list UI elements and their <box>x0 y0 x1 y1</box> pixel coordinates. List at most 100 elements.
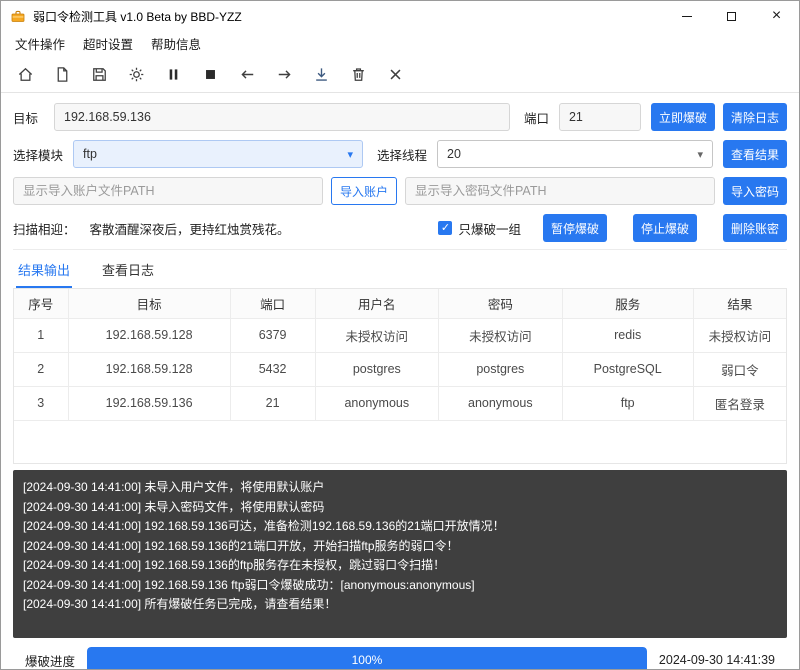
port-input[interactable] <box>559 103 641 131</box>
target-input[interactable] <box>54 103 510 131</box>
footer: 爆破进度 100% 2024-09-30 14:41:39 <box>13 638 787 670</box>
module-select-value: ftp <box>83 147 97 161</box>
port-label: 端口 <box>524 108 549 127</box>
clear-log-button[interactable]: 清除日志 <box>723 103 787 131</box>
attack-controls: 只爆破一组 暂停爆破 停止爆破 删除账密 <box>438 214 787 242</box>
view-results-button[interactable]: 查看结果 <box>723 140 787 168</box>
window-controls <box>664 1 799 31</box>
target-label: 目标 <box>13 108 38 127</box>
footer-timestamp: 2024-09-30 14:41:39 <box>659 653 775 667</box>
module-select[interactable]: ftp <box>73 140 363 168</box>
import-row: 导入账户 导入密码 <box>13 177 787 205</box>
save-icon[interactable] <box>88 63 110 85</box>
progress-fill: 100% <box>87 647 647 670</box>
target-row: 目标 端口 立即爆破 清除日志 <box>13 103 787 131</box>
progress-value: 100% <box>352 653 383 667</box>
tab-view-logs[interactable]: 查看日志 <box>100 257 156 288</box>
module-row: 选择模块 ftp 选择线程 20 查看结果 <box>13 140 787 168</box>
log-line: [2024-09-30 14:41:00] 未导入密码文件，将使用默认密码 <box>23 498 777 518</box>
log-line: [2024-09-30 14:41:00] 未导入用户文件，将使用默认账户 <box>23 478 777 498</box>
close-icon <box>772 7 781 25</box>
cell-target: 192.168.59.136 <box>68 386 230 420</box>
greeting-poem-text: 客散酒醒深夜后，更持红烛赏残花。 <box>90 219 290 238</box>
log-line: [2024-09-30 14:41:00] 192.168.59.136可达，准… <box>23 517 777 537</box>
import-password-button[interactable]: 导入密码 <box>723 177 787 205</box>
titlebar: 弱口令检测工具 v1.0 Beta by BBD-YZZ <box>1 1 799 31</box>
app-icon <box>10 8 26 24</box>
app-window: 弱口令检测工具 v1.0 Beta by BBD-YZZ 文件操作 超时设置 帮… <box>0 0 800 670</box>
cell-service: PostgreSQL <box>562 352 693 386</box>
col-header-result: 结果 <box>693 289 786 318</box>
home-icon[interactable] <box>14 63 36 85</box>
only-one-group-label[interactable]: 只爆破一组 <box>458 219 521 238</box>
menu-help-info[interactable]: 帮助信息 <box>142 31 210 56</box>
col-header-target: 目标 <box>68 289 230 318</box>
log-area[interactable]: [2024-09-30 14:41:00] 未导入用户文件，将使用默认账户 [2… <box>13 470 787 638</box>
cell-port: 6379 <box>230 318 315 352</box>
cell-username: 未授权访问 <box>315 318 439 352</box>
col-header-password: 密码 <box>439 289 563 318</box>
cell-password: anonymous <box>439 386 563 420</box>
cell-target: 192.168.59.128 <box>68 318 230 352</box>
table-row[interactable]: 2 192.168.59.128 5432 postgres postgres … <box>14 352 786 386</box>
trash-icon[interactable] <box>347 63 369 85</box>
progress-bar: 100% <box>87 647 647 670</box>
cell-index: 1 <box>14 318 68 352</box>
download-icon[interactable] <box>310 63 332 85</box>
menubar: 文件操作 超时设置 帮助信息 <box>1 31 799 56</box>
thread-select-value: 20 <box>447 147 461 161</box>
col-header-username: 用户名 <box>315 289 439 318</box>
forward-arrow-icon[interactable] <box>273 63 295 85</box>
thread-select[interactable]: 20 <box>437 140 713 168</box>
only-one-group-checkbox[interactable] <box>438 221 452 235</box>
table-header-row: 序号 目标 端口 用户名 密码 服务 结果 <box>14 289 786 318</box>
cancel-x-icon[interactable] <box>384 63 406 85</box>
cell-password: postgres <box>439 352 563 386</box>
col-header-index: 序号 <box>14 289 68 318</box>
stop-attack-button[interactable]: 停止爆破 <box>633 214 697 242</box>
chevron-down-icon <box>347 147 353 161</box>
menu-timeout-settings[interactable]: 超时设置 <box>74 31 142 56</box>
cell-result: 匿名登录 <box>693 386 786 420</box>
cell-service: redis <box>562 318 693 352</box>
tab-bar: 结果输出 查看日志 <box>13 249 787 288</box>
new-file-icon[interactable] <box>51 63 73 85</box>
close-button[interactable] <box>754 1 799 31</box>
cell-password: 未授权访问 <box>439 318 563 352</box>
start-attack-button[interactable]: 立即爆破 <box>651 103 715 131</box>
settings-gear-icon[interactable] <box>125 63 147 85</box>
cell-username: postgres <box>315 352 439 386</box>
cell-index: 3 <box>14 386 68 420</box>
delete-credentials-button[interactable]: 删除账密 <box>723 214 787 242</box>
log-line: [2024-09-30 14:41:00] 所有爆破任务已完成，请查看结果！ <box>23 595 777 615</box>
log-line: [2024-09-30 14:41:00] 192.168.59.136 ftp… <box>23 576 777 596</box>
table-row[interactable]: 3 192.168.59.136 21 anonymous anonymous … <box>14 386 786 420</box>
cell-result: 未授权访问 <box>693 318 786 352</box>
back-arrow-icon[interactable] <box>236 63 258 85</box>
cell-username: anonymous <box>315 386 439 420</box>
pause-attack-button[interactable]: 暂停爆破 <box>543 214 607 242</box>
tab-results-output[interactable]: 结果输出 <box>16 257 72 288</box>
pause-icon[interactable] <box>162 63 184 85</box>
log-line: [2024-09-30 14:41:00] 192.168.59.136的21端… <box>23 537 777 557</box>
cell-port: 5432 <box>230 352 315 386</box>
password-path-input[interactable] <box>405 177 715 205</box>
menu-file-ops[interactable]: 文件操作 <box>6 31 74 56</box>
stop-icon[interactable] <box>199 63 221 85</box>
toolbar <box>1 56 799 93</box>
import-account-button[interactable]: 导入账户 <box>331 177 397 205</box>
cell-result: 弱口令 <box>693 352 786 386</box>
results-table: 序号 目标 端口 用户名 密码 服务 结果 1 192.168.59.128 6… <box>13 288 787 464</box>
minimize-button[interactable] <box>664 1 709 31</box>
col-header-service: 服务 <box>562 289 693 318</box>
module-label: 选择模块 <box>13 145 63 164</box>
thread-label: 选择线程 <box>377 145 427 164</box>
maximize-button[interactable] <box>709 1 754 31</box>
table-row[interactable]: 1 192.168.59.128 6379 未授权访问 未授权访问 redis … <box>14 318 786 352</box>
cell-port: 21 <box>230 386 315 420</box>
account-path-input[interactable] <box>13 177 323 205</box>
cell-index: 2 <box>14 352 68 386</box>
progress-label: 爆破进度 <box>25 651 75 670</box>
cell-service: ftp <box>562 386 693 420</box>
main-content: 目标 端口 立即爆破 清除日志 选择模块 ftp 选择线程 20 查看结果 导入… <box>1 93 799 670</box>
